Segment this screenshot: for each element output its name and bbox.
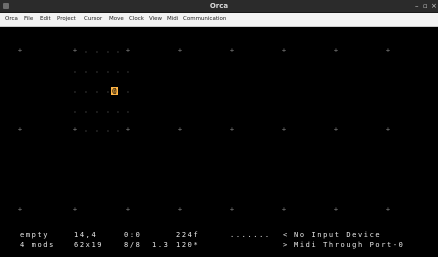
grid-dot: .: [115, 66, 121, 75]
status-input-arrow: <: [283, 231, 289, 239]
grid-dot: .: [83, 106, 89, 115]
grid-marker: +: [333, 46, 339, 55]
menu-file[interactable]: File: [24, 13, 33, 26]
grid-marker: +: [125, 125, 131, 134]
status-grid-scale: 8/8: [124, 241, 142, 249]
status-mods: 4 mods: [20, 241, 55, 249]
grid-marker: +: [385, 46, 391, 55]
orca-grid[interactable]: + + + + + + + + + + + + + + + + + + + + + + + +................…: [0, 27, 438, 257]
grid-marker: +: [177, 125, 183, 134]
status-output-arrow: >: [283, 241, 289, 249]
grid-marker: +: [229, 125, 235, 134]
grid-marker: +: [333, 125, 339, 134]
grid-dot: .: [83, 66, 89, 75]
grid-marker: +: [229, 205, 235, 214]
grid-cursor[interactable]: @: [111, 87, 118, 95]
grid-dot: .: [105, 125, 111, 134]
grid-dot: .: [105, 106, 111, 115]
grid-dot: .: [72, 66, 78, 75]
grid-dot: .: [105, 86, 111, 95]
grid-marker: +: [72, 205, 78, 214]
grid-dot: .: [115, 125, 121, 134]
menu-bar: Orca File Edit Project Cursor Move Clock…: [0, 13, 438, 27]
grid-dot: .: [94, 86, 100, 95]
status-activity: .......: [230, 231, 271, 239]
menu-communication[interactable]: Communication: [183, 13, 226, 26]
grid-dot: .: [115, 106, 121, 115]
close-button[interactable]: ×: [431, 0, 437, 12]
grid-marker: +: [17, 125, 23, 134]
status-speed: 1.3: [152, 241, 170, 249]
grid-dot: .: [72, 86, 78, 95]
grid-marker: +: [281, 46, 287, 55]
grid-marker: +: [281, 205, 287, 214]
grid-marker: +: [125, 46, 131, 55]
status-selection: 0:0: [124, 231, 142, 239]
grid-dot: .: [94, 46, 100, 55]
grid-dot: .: [72, 106, 78, 115]
menu-view[interactable]: View: [149, 13, 162, 26]
grid-dot: .: [105, 66, 111, 75]
grid-dot: .: [83, 125, 89, 134]
grid-dot: .: [94, 66, 100, 75]
grid-dot: .: [125, 86, 131, 95]
status-size: 62x19: [74, 241, 104, 249]
menu-cursor[interactable]: Cursor: [84, 13, 102, 26]
menu-move[interactable]: Move: [109, 13, 124, 26]
grid-marker: +: [72, 125, 78, 134]
minimize-button[interactable]: –: [415, 0, 419, 12]
grid-marker: +: [281, 125, 287, 134]
window-titlebar: Orca – ▫ ×: [0, 0, 438, 13]
status-input-device: No Input Device: [294, 231, 382, 239]
menu-project[interactable]: Project: [57, 13, 76, 26]
grid-dot: .: [94, 106, 100, 115]
grid-marker: +: [333, 205, 339, 214]
grid-marker: +: [17, 46, 23, 55]
grid-dot: .: [83, 86, 89, 95]
grid-marker: +: [17, 205, 23, 214]
menu-clock[interactable]: Clock: [129, 13, 144, 26]
window-title: Orca: [209, 2, 229, 10]
grid-dot: .: [83, 46, 89, 55]
grid-marker: +: [229, 46, 235, 55]
status-position: 14,4: [74, 231, 98, 239]
grid-marker: +: [385, 205, 391, 214]
menu-orca[interactable]: Orca: [5, 13, 18, 26]
grid-marker: +: [125, 205, 131, 214]
grid-marker: +: [177, 205, 183, 214]
menu-edit[interactable]: Edit: [40, 13, 51, 26]
grid-dot: .: [125, 106, 131, 115]
grid-dot: .: [94, 125, 100, 134]
grid-marker: +: [72, 46, 78, 55]
grid-dot: .: [115, 46, 121, 55]
grid-dot: .: [125, 66, 131, 75]
grid-marker: +: [385, 125, 391, 134]
status-output-device: Midi Through Port-0: [294, 241, 405, 249]
status-bpm: 120*: [176, 241, 200, 249]
maximize-button[interactable]: ▫: [423, 0, 428, 12]
menu-midi[interactable]: Midi: [167, 13, 178, 26]
grid-dot: .: [105, 46, 111, 55]
status-name: empty: [20, 231, 50, 239]
grid-marker: +: [177, 46, 183, 55]
status-frame: 224f: [176, 231, 200, 239]
